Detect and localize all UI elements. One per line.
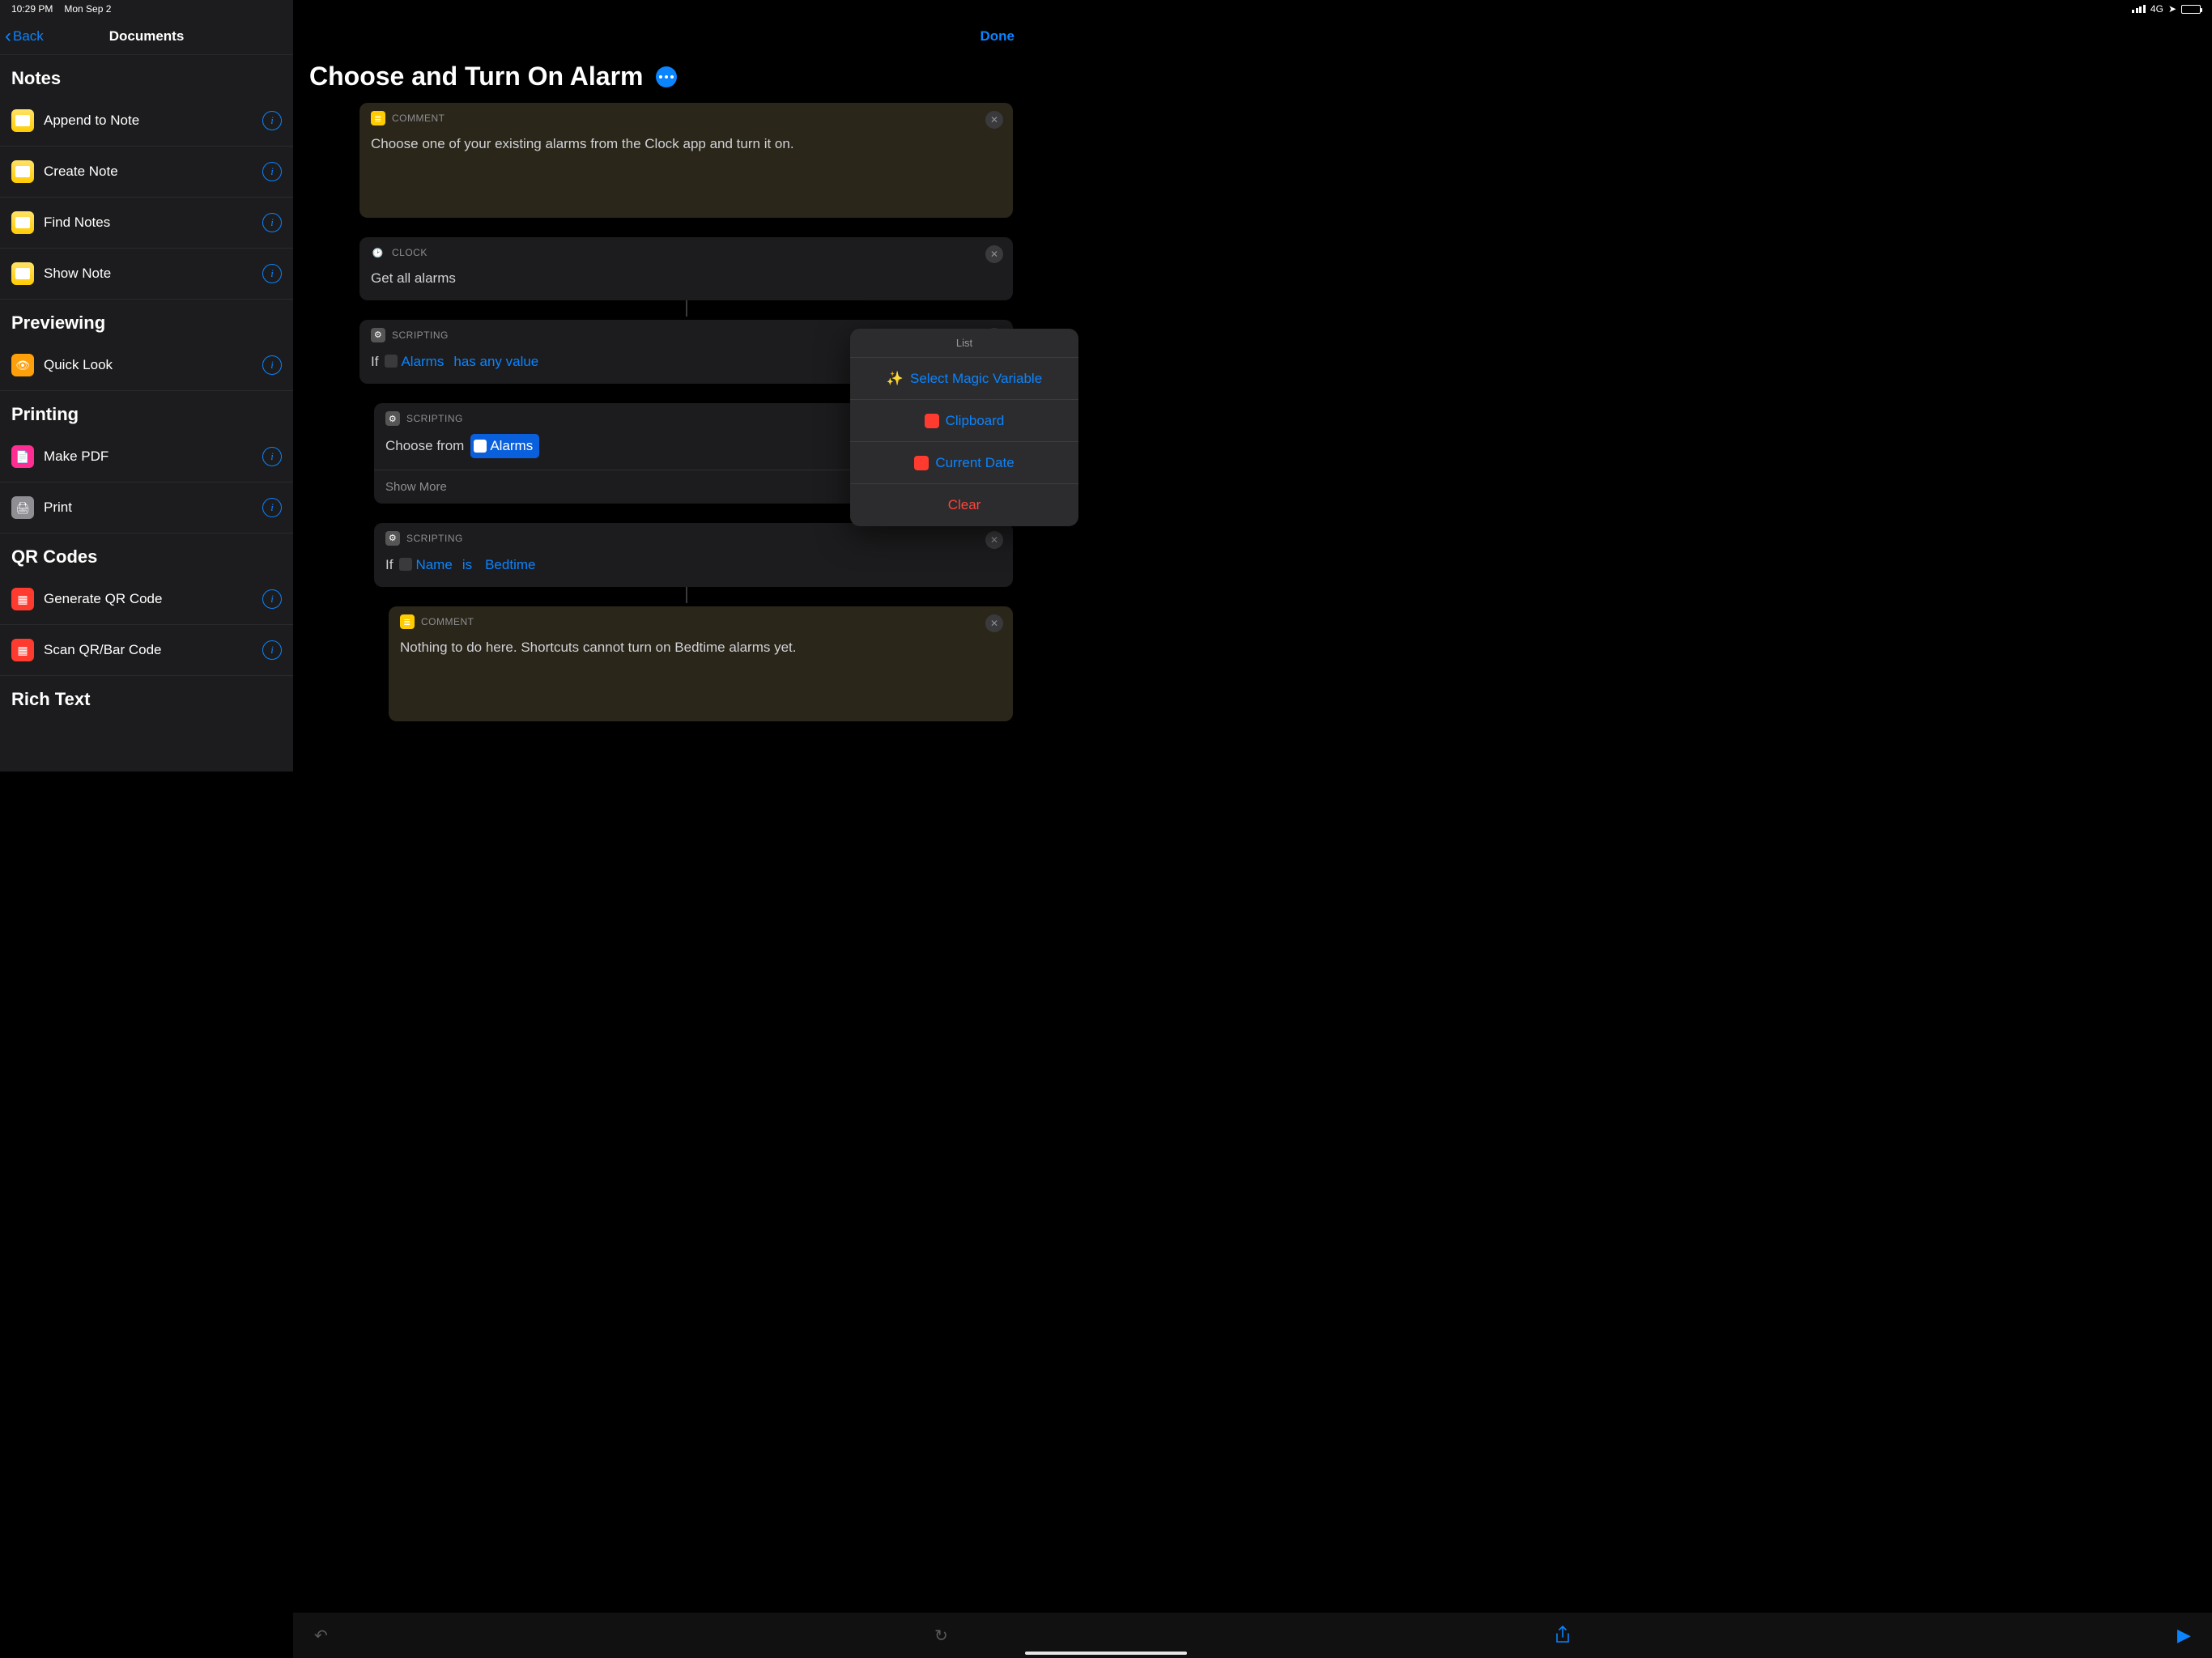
redo-button[interactable]: ↻ [934, 1626, 948, 1646]
info-icon[interactable]: i [262, 213, 282, 232]
status-time: 10:29 PM [11, 3, 53, 15]
chevron-left-icon: ‹ [5, 27, 11, 46]
action-scan-qr[interactable]: ▦ Scan QR/Bar Code i [0, 625, 293, 676]
battery-icon [2181, 5, 2201, 14]
notes-icon [11, 160, 34, 183]
connector [359, 300, 1013, 320]
eye-icon: 👁 [11, 354, 34, 376]
editor-toolbar: ↶ ↻ ▶ [293, 1613, 2212, 1658]
info-icon[interactable]: i [262, 355, 282, 375]
value-token[interactable]: Bedtime [482, 554, 538, 576]
info-icon[interactable]: i [262, 640, 282, 660]
clipboard-variable[interactable]: Clipboard [850, 400, 1078, 442]
notes-icon [11, 262, 34, 285]
current-date-variable[interactable]: Current Date [850, 442, 1078, 484]
wand-icon: ✨ [887, 371, 904, 387]
delete-action-button[interactable]: ✕ [985, 245, 1003, 263]
clear-variable[interactable]: Clear [850, 484, 1078, 526]
sidebar-title: Documents [0, 28, 293, 45]
calendar-icon [914, 456, 929, 470]
notes-icon [11, 109, 34, 132]
action-print[interactable]: 🖨 Print i [0, 483, 293, 534]
notes-icon [11, 211, 34, 234]
action-comment[interactable]: ≣COMMENT Choose one of your existing ala… [359, 103, 1013, 218]
comment-body[interactable]: Nothing to do here. Shortcuts cannot tur… [389, 632, 1013, 721]
delete-action-button[interactable]: ✕ [985, 531, 1003, 549]
section-printing: Printing [0, 391, 293, 432]
printer-icon: 🖨 [11, 496, 34, 519]
action-quick-look[interactable]: 👁 Quick Look i [0, 340, 293, 391]
action-body: Get all alarms [359, 263, 1013, 300]
info-icon[interactable]: i [262, 111, 282, 130]
info-icon[interactable]: i [262, 498, 282, 517]
section-notes: Notes [0, 55, 293, 96]
action-create-note[interactable]: Create Note i [0, 147, 293, 198]
comment-icon: ≣ [400, 614, 415, 629]
network-label: 4G [2150, 3, 2163, 15]
pdf-icon: 📄 [11, 445, 34, 468]
scripting-icon: ⚙ [385, 411, 400, 426]
share-button[interactable] [1555, 1626, 1571, 1645]
popover-title: List [850, 329, 1078, 358]
variable-picker-popover: List ✨ Select Magic Variable Clipboard C… [850, 329, 1078, 526]
action-library: ‹ Back Documents Notes Append to Note i … [0, 0, 293, 772]
action-make-pdf[interactable]: 📄 Make PDF i [0, 432, 293, 483]
variable-alarms[interactable]: Alarms [385, 351, 444, 372]
scripting-icon: ⚙ [371, 328, 385, 342]
action-append-to-note[interactable]: Append to Note i [0, 96, 293, 147]
shortcut-title[interactable]: Choose and Turn On Alarm [309, 62, 643, 91]
delete-action-button[interactable]: ✕ [985, 111, 1003, 129]
info-icon[interactable]: i [262, 447, 282, 466]
qr-icon: ▦ [11, 639, 34, 661]
comment-icon: ≣ [371, 111, 385, 125]
action-find-notes[interactable]: Find Notes i [0, 198, 293, 249]
undo-button[interactable]: ↶ [314, 1626, 328, 1646]
action-show-note[interactable]: Show Note i [0, 249, 293, 300]
clock-icon: 🕑 [371, 245, 385, 260]
done-button[interactable]: Done [981, 28, 1015, 45]
scripting-icon: ⚙ [385, 531, 400, 546]
condition-token[interactable]: has any value [450, 351, 542, 373]
connector [359, 587, 1013, 606]
back-label: Back [13, 28, 44, 45]
status-bar: 10:29 PM Mon Sep 2 4G ➤ [0, 0, 2212, 18]
editor: Done Choose and Turn On Alarm ≣COMMENT C… [293, 0, 1029, 772]
action-get-alarms[interactable]: 🕑CLOCK Get all alarms ✕ [359, 237, 1013, 300]
status-date: Mon Sep 2 [64, 3, 111, 15]
action-comment-bedtime[interactable]: ≣COMMENT Nothing to do here. Shortcuts c… [389, 606, 1013, 721]
gear-icon [399, 558, 412, 571]
signal-icon [2132, 5, 2146, 13]
location-icon: ➤ [2168, 3, 2176, 15]
action-if-name-bedtime[interactable]: ⚙SCRIPTING If Name is Bedtime ✕ [374, 523, 1013, 588]
select-magic-variable[interactable]: ✨ Select Magic Variable [850, 358, 1078, 400]
variable-name[interactable]: Name [399, 555, 452, 576]
run-button[interactable]: ▶ [2177, 1625, 2191, 1646]
clipboard-icon [925, 414, 939, 428]
info-icon[interactable]: i [262, 264, 282, 283]
action-generate-qr[interactable]: ▦ Generate QR Code i [0, 574, 293, 625]
operator-token[interactable]: is [459, 554, 475, 576]
delete-action-button[interactable]: ✕ [985, 614, 1003, 632]
section-rich-text: Rich Text [0, 676, 293, 716]
back-button[interactable]: ‹ Back [0, 27, 44, 46]
more-button[interactable] [656, 66, 677, 87]
info-icon[interactable]: i [262, 162, 282, 181]
variable-chip-alarms[interactable]: Alarms [470, 434, 539, 458]
clock-icon [385, 355, 398, 368]
clock-icon [474, 440, 487, 453]
home-indicator[interactable] [1025, 1652, 1187, 1655]
qr-icon: ▦ [11, 588, 34, 610]
section-qr: QR Codes [0, 534, 293, 574]
sidebar-scroll[interactable]: Notes Append to Note i Create Note i Fin… [0, 55, 293, 772]
section-previewing: Previewing [0, 300, 293, 340]
comment-body[interactable]: Choose one of your existing alarms from … [359, 129, 1013, 218]
info-icon[interactable]: i [262, 589, 282, 609]
